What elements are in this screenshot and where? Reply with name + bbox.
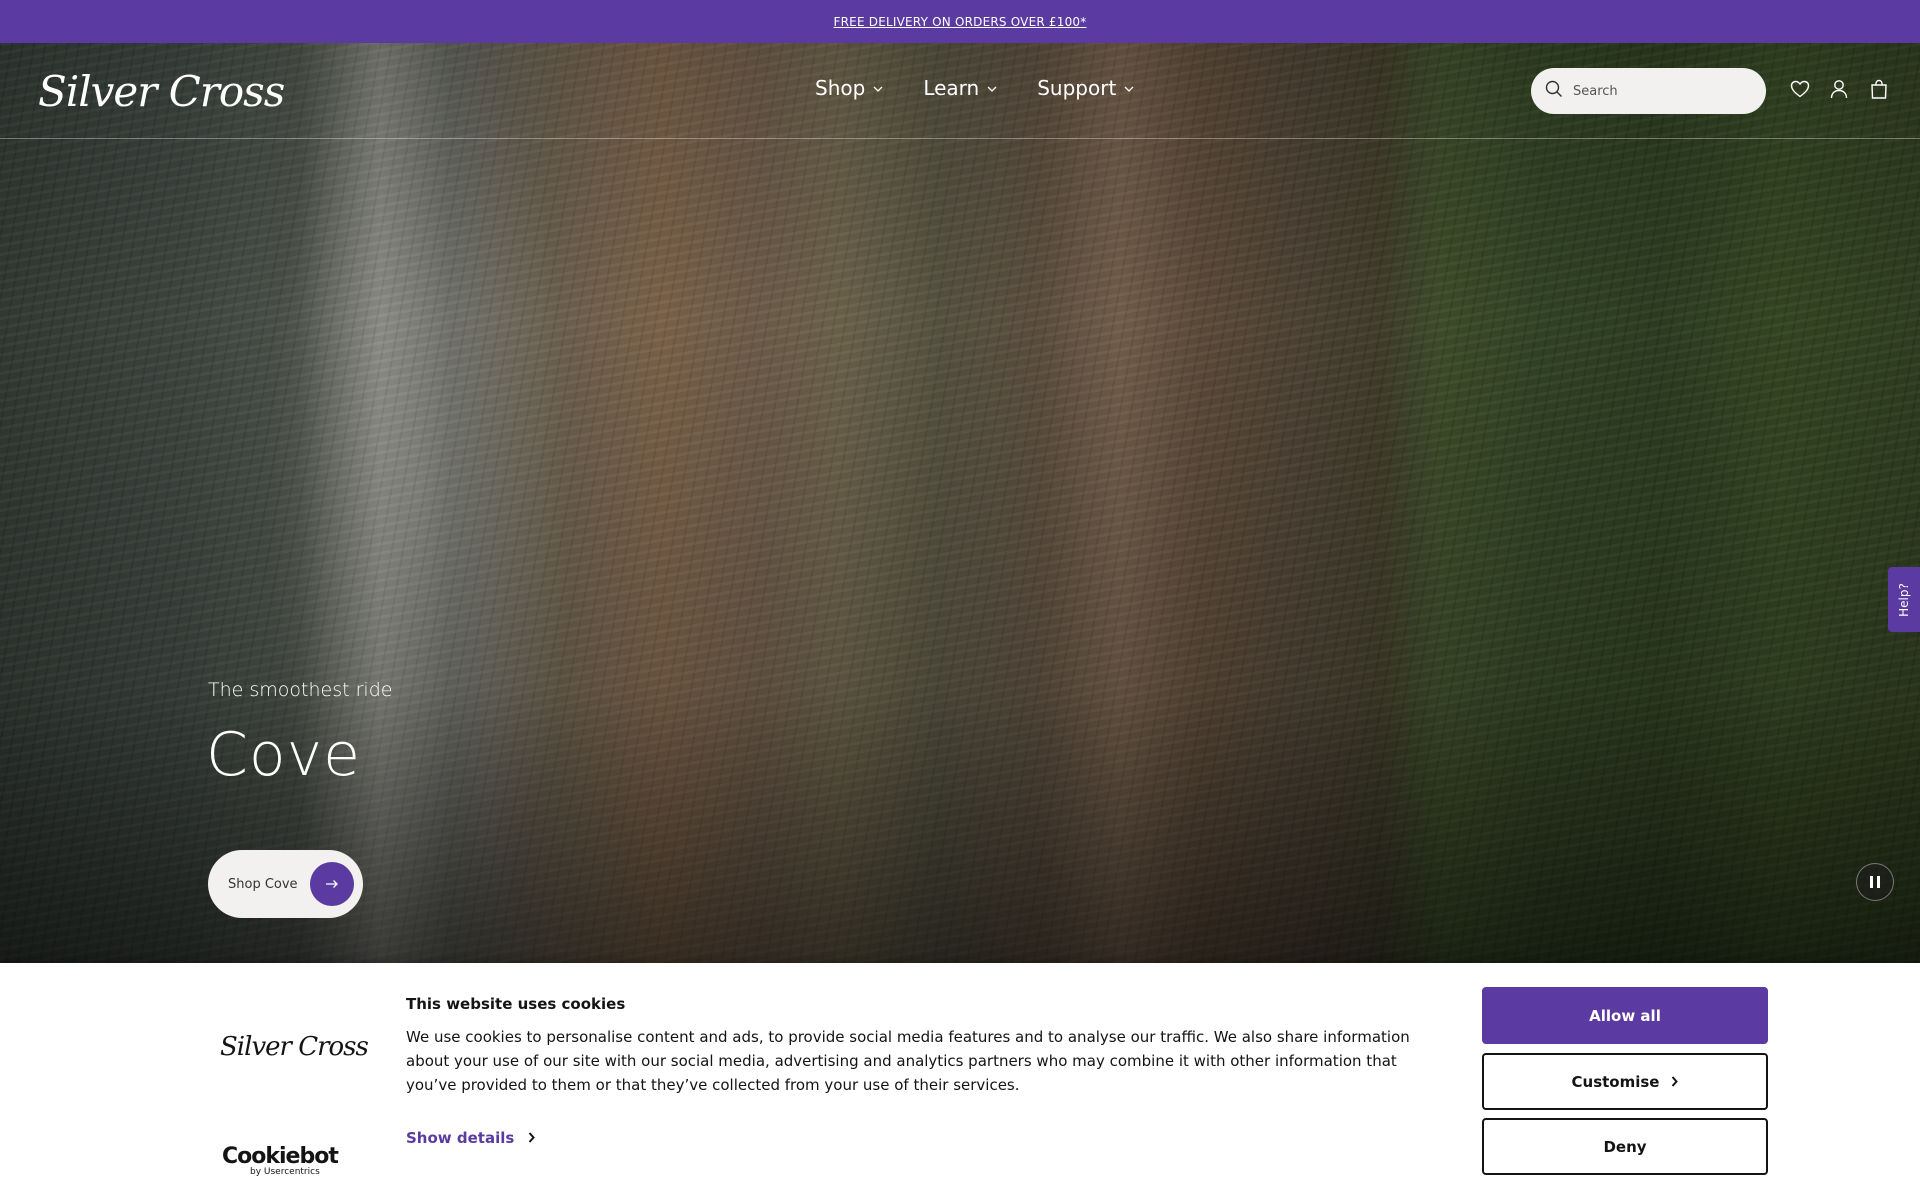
deny-label: Deny <box>1603 1137 1647 1156</box>
announcement-bar: FREE DELIVERY ON ORDERS OVER £100* <box>0 0 1920 43</box>
main-nav: Shop Learn Support <box>815 76 1134 100</box>
shop-cove-label: Shop Cove <box>228 876 298 892</box>
chevron-down-icon <box>873 82 883 96</box>
cookie-title: This website uses cookies <box>406 995 626 1013</box>
chevron-down-icon <box>987 82 997 96</box>
free-delivery-link[interactable]: FREE DELIVERY ON ORDERS OVER £100* <box>834 15 1087 29</box>
cookie-description: We use cookies to personalise content an… <box>406 1028 1410 1094</box>
hero-title: Cove <box>206 720 362 790</box>
pause-video-button[interactable] <box>1856 863 1894 901</box>
search-icon <box>1545 80 1563 102</box>
help-tab[interactable]: Help? <box>1888 567 1920 632</box>
deny-button[interactable]: Deny <box>1482 1118 1768 1175</box>
nav-item-label: Shop <box>815 76 866 100</box>
show-details-label: Show details <box>406 1129 515 1147</box>
cookie-banner-logo: Silver Cross <box>220 1032 369 1062</box>
nav-item-label: Learn <box>923 76 980 100</box>
allow-all-button[interactable]: Allow all <box>1482 987 1768 1044</box>
site-header: Silver Cross Shop Learn Support <box>0 43 1920 139</box>
help-tab-label: Help? <box>1897 582 1912 617</box>
search-input[interactable] <box>1573 83 1743 99</box>
cart-bag-icon[interactable] <box>1867 77 1891 101</box>
show-details-link[interactable]: Show details <box>406 1129 536 1147</box>
cookiebot-wordmark: Cookiebot <box>222 1144 339 1169</box>
account-user-icon[interactable] <box>1827 77 1851 101</box>
nav-item-shop[interactable]: Shop <box>815 76 883 100</box>
nav-item-label: Support <box>1037 76 1117 100</box>
search-box[interactable] <box>1531 68 1766 114</box>
customise-label: Customise <box>1571 1072 1660 1091</box>
customise-button[interactable]: Customise <box>1482 1053 1768 1110</box>
wishlist-heart-icon[interactable] <box>1788 77 1812 101</box>
pause-icon-bar <box>1870 876 1873 888</box>
chevron-down-icon <box>1124 82 1134 96</box>
allow-all-label: Allow all <box>1589 1006 1661 1025</box>
silver-cross-logo[interactable]: Silver Cross <box>38 67 285 116</box>
hero-eyebrow: The smoothest ride <box>208 679 393 701</box>
shop-cove-button[interactable]: Shop Cove <box>208 850 363 918</box>
hero-shade <box>0 43 1920 963</box>
hero-video-background <box>0 43 1920 963</box>
chevron-right-icon <box>1671 1073 1679 1091</box>
cookiebot-logo: Cookiebot by Usercentrics <box>222 1144 339 1177</box>
pause-icon-bar <box>1877 876 1880 888</box>
nav-item-learn[interactable]: Learn <box>923 76 997 100</box>
nav-item-support[interactable]: Support <box>1037 76 1134 100</box>
arrow-right-icon <box>309 862 354 906</box>
chevron-right-icon <box>528 1129 536 1147</box>
